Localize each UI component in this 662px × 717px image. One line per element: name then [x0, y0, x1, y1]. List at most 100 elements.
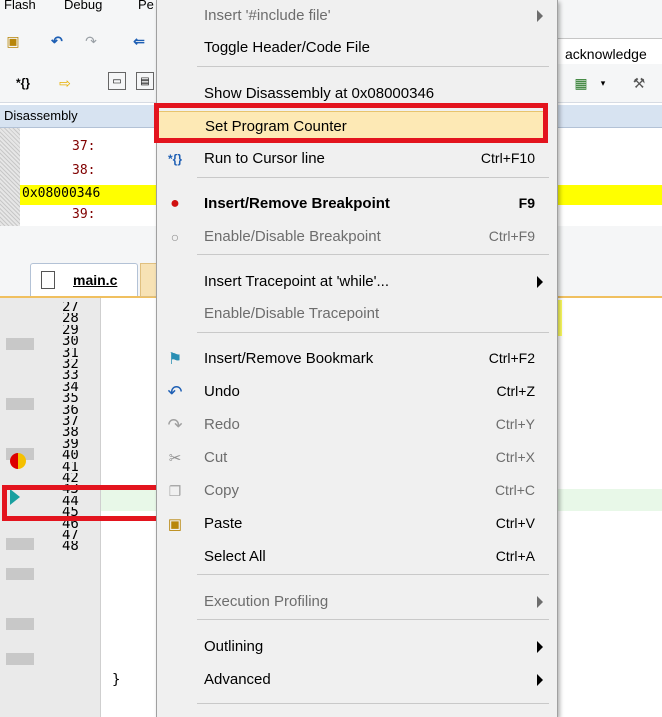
coverage-mark	[6, 398, 34, 410]
menu-item-cut[interactable]: ✂ Cut Ctrl+X	[157, 442, 555, 473]
annotation-box-set-pc	[154, 103, 548, 143]
menu-item-label: Show Disassembly at 0x08000346	[204, 85, 435, 102]
submenu-arrow-icon	[537, 674, 543, 686]
analysis-window-icon[interactable]: ▦	[570, 72, 592, 94]
menu-item-label: Enable/Disable Tracepoint	[204, 305, 380, 322]
line-number: 41	[62, 461, 79, 474]
menu-item-label: Insert Tracepoint at 'while'...	[204, 273, 389, 290]
paste-toolbar-icon[interactable]: ▣	[2, 30, 24, 52]
menu-item-select-all[interactable]: Select All Ctrl+A	[157, 541, 555, 572]
menu-item-shortcut: Ctrl+F2	[488, 350, 535, 366]
submenu-arrow-icon	[537, 276, 543, 288]
menu-item-toggle-header-code-file[interactable]: Toggle Header/Code File	[157, 32, 555, 63]
menu-item-redo[interactable]: ↷ Redo Ctrl+Y	[157, 409, 555, 440]
menu-flash[interactable]: Flash	[4, 0, 36, 12]
line-number: 31	[62, 347, 79, 360]
menu-debug[interactable]: Debug	[64, 0, 102, 12]
menu-item-label: Run to Cursor line	[204, 150, 325, 167]
menu-item-advanced[interactable]: Advanced	[157, 664, 555, 695]
menu-item-label: Enable/Disable Breakpoint	[204, 228, 381, 245]
line-number: 27	[62, 302, 79, 314]
menu-item-outlining[interactable]: Outlining	[157, 631, 555, 662]
line-number: 37	[62, 416, 79, 428]
menu-item-insert-remove-breakpoint[interactable]: ● Insert/Remove Breakpoint F9	[157, 188, 555, 219]
menu-separator	[197, 332, 549, 333]
redo-toolbar-icon[interactable]: ↷	[80, 30, 102, 52]
line-number: 29	[62, 324, 79, 337]
dropdown-chevron-icon[interactable]: ▾	[592, 72, 614, 94]
coverage-mark	[6, 618, 34, 630]
coverage-mark	[6, 338, 34, 350]
tools-icon[interactable]: ⚒	[628, 72, 650, 94]
copy-icon: ❐	[168, 482, 182, 499]
line-number: 28	[62, 313, 79, 326]
undo-icon: ↶	[167, 381, 183, 402]
disassembly-line-text: 37:	[72, 139, 96, 154]
line-number: 38	[62, 427, 79, 440]
breakpoint-disabled-icon: ○	[170, 229, 180, 245]
menu-item-paste[interactable]: ▣ Paste Ctrl+V	[157, 508, 555, 539]
run-to-cursor-toolbar-icon[interactable]: *{}	[12, 72, 34, 94]
line-number: 30	[62, 336, 79, 349]
disassembly-address: 0x08000346	[22, 186, 101, 201]
menu-item-copy[interactable]: ❐ Copy Ctrl+C	[157, 475, 555, 506]
redo-icon: ↷	[167, 414, 183, 435]
menu-separator	[197, 177, 549, 178]
show-next-statement-icon[interactable]: ⇨	[54, 72, 76, 94]
line-number: 35	[62, 393, 79, 406]
menu-item-label: Advanced	[204, 671, 271, 688]
menu-item-shortcut: F9	[518, 195, 535, 211]
menu-item-undo[interactable]: ↶ Undo Ctrl+Z	[157, 376, 555, 407]
menu-item-execution-profiling[interactable]: Execution Profiling	[157, 586, 555, 617]
menu-item-shortcut: Ctrl+A	[495, 548, 535, 564]
menu-item-insert-remove-bookmark[interactable]: ⚑ Insert/Remove Bookmark Ctrl+F2	[157, 343, 555, 374]
submenu-arrow-icon	[537, 596, 543, 608]
run-to-cursor-icon: *{}	[167, 152, 182, 166]
line-number: 33	[62, 370, 79, 383]
menu-item-shortcut: Ctrl+Y	[495, 416, 535, 432]
submenu-arrow-icon	[537, 641, 543, 653]
disassembly-gutter	[0, 128, 20, 226]
scissors-icon: ✂	[168, 450, 182, 467]
breakpoint-icon: ●	[170, 195, 180, 212]
menu-peripherals[interactable]: Pe	[138, 0, 154, 12]
find-combo-text: acknowledge	[565, 46, 647, 62]
menu-item-insert-include-file[interactable]: Insert '#include file'	[157, 0, 555, 31]
menu-separator	[197, 574, 549, 575]
menu-item-run-to-cursor-line[interactable]: *{} Run to Cursor line Ctrl+F10	[157, 143, 555, 174]
tab-main-c[interactable]: main.c	[30, 263, 138, 296]
line-number: 42	[62, 473, 79, 485]
nav-back-icon[interactable]: ⇐	[128, 30, 150, 52]
coverage-mark	[6, 538, 34, 550]
menu-item-insert-tracepoint-at-while[interactable]: Insert Tracepoint at 'while'...	[157, 266, 555, 297]
menu-item-label: Copy	[204, 482, 240, 499]
menu-separator	[197, 254, 549, 255]
menu-item-shortcut: Ctrl+C	[494, 482, 535, 498]
menu-item-label: Paste	[204, 515, 243, 532]
breakpoint-pc-icon[interactable]	[10, 453, 26, 469]
disassembly-title: Disassembly	[4, 108, 78, 123]
disassembly-window-icon[interactable]: ▤	[136, 72, 154, 90]
disassembly-line-text: 39:	[72, 207, 96, 220]
menu-item-label: Outlining	[204, 638, 264, 655]
menu-item-label: Insert/Remove Bookmark	[204, 350, 374, 367]
menu-item-label: Undo	[204, 383, 240, 400]
menu-item-label: Execution Profiling	[204, 593, 329, 610]
menu-item-enable-disable-tracepoint[interactable]: Enable/Disable Tracepoint	[157, 298, 555, 329]
menu-item-shortcut: Ctrl+F10	[480, 150, 535, 166]
menu-item-label: Insert/Remove Breakpoint	[204, 195, 390, 212]
menu-item-shortcut: Ctrl+Z	[496, 383, 536, 399]
menu-item-shortcut: Ctrl+X	[495, 449, 535, 465]
coverage-mark	[6, 568, 34, 580]
submenu-arrow-icon	[537, 10, 543, 22]
disassembly-line-text: 38:	[72, 163, 96, 178]
menu-item-enable-disable-breakpoint[interactable]: ○ Enable/Disable Breakpoint Ctrl+F9	[157, 221, 555, 252]
menu-item-label: Insert '#include file'	[204, 7, 331, 24]
menu-item-label: Cut	[204, 449, 228, 466]
file-icon	[41, 271, 55, 289]
closing-brace: }	[112, 672, 121, 688]
menu-separator	[197, 619, 549, 620]
undo-toolbar-icon[interactable]: ↶	[46, 30, 68, 52]
coverage-mark	[6, 653, 34, 665]
command-window-icon[interactable]: ▭	[108, 72, 126, 90]
